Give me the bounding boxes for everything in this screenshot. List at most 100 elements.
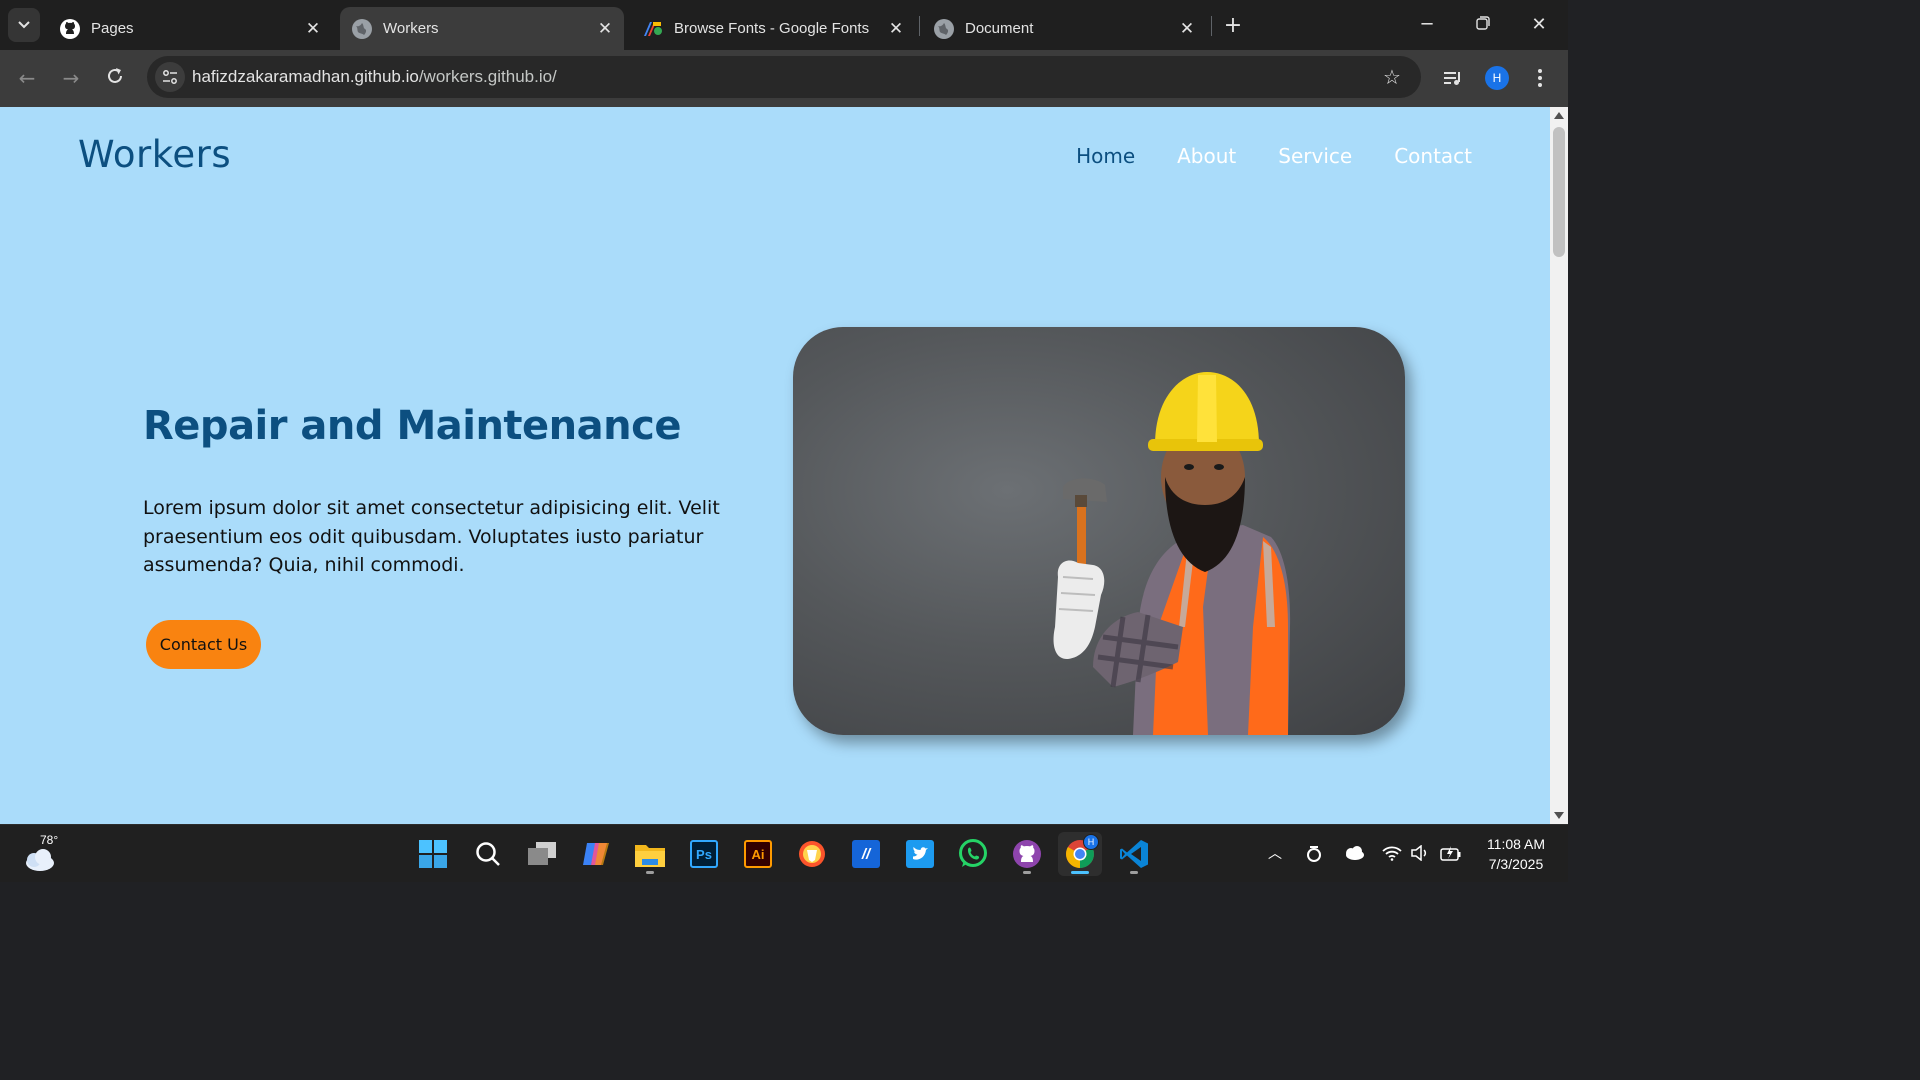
nav-link-service[interactable]: Service <box>1278 144 1352 168</box>
scroll-up-arrow-icon[interactable] <box>1554 112 1564 119</box>
whatsapp-button[interactable] <box>951 832 995 876</box>
close-tab-icon[interactable]: ✕ <box>300 16 326 42</box>
arrow-left-icon: ← <box>18 66 36 90</box>
taskbar-clock[interactable]: 11:08 AM 7/3/2025 <box>1476 834 1556 874</box>
globe-icon <box>934 18 954 39</box>
close-tab-icon[interactable]: ✕ <box>1174 16 1200 42</box>
file-explorer-icon <box>635 845 665 867</box>
whatsapp-icon <box>959 839 987 867</box>
reload-icon <box>106 66 124 90</box>
site-logo[interactable]: Workers <box>78 133 231 176</box>
nav-link-about[interactable]: About <box>1177 144 1236 168</box>
weather-temperature: 78° <box>40 833 59 847</box>
tab-document[interactable]: Document ✕ <box>922 7 1206 50</box>
running-indicator <box>1130 871 1138 874</box>
battery-charging-icon[interactable] <box>1439 841 1463 865</box>
tab-search-button[interactable] <box>8 8 40 42</box>
photoshop-button[interactable]: Ps <box>682 832 726 876</box>
main-nav: Home About Service Contact <box>1076 144 1472 168</box>
tab-separator <box>919 16 920 36</box>
close-icon: ✕ <box>1531 13 1547 35</box>
github-desktop-icon <box>1013 840 1041 868</box>
minimize-icon: ─ <box>1421 13 1433 35</box>
windows-start-button[interactable] <box>411 832 455 876</box>
taskbar-search-button[interactable] <box>466 832 510 876</box>
page-viewport: Workers Home About Service Contact Repai… <box>0 107 1550 824</box>
globe-icon <box>352 18 372 39</box>
minimize-button[interactable]: ─ <box>1407 8 1447 40</box>
windows-taskbar: 78° Ps Ai // H ︿ 11:08 AM 7/3/2025 <box>0 824 1568 882</box>
hero-description: Lorem ipsum dolor sit amet consectetur a… <box>143 497 720 576</box>
github-desktop-button[interactable] <box>1005 832 1049 876</box>
tab-pages[interactable]: Pages ✕ <box>48 7 332 50</box>
site-info-icon[interactable] <box>155 62 185 92</box>
profile-avatar[interactable]: H <box>1485 66 1509 90</box>
task-view-button[interactable] <box>520 832 564 876</box>
copilot-button[interactable] <box>574 832 618 876</box>
arrow-right-icon: → <box>62 66 80 90</box>
url-host: hafizdzakaramadhan.github.io <box>192 67 419 86</box>
twitter-icon <box>906 840 934 868</box>
illustrator-icon: Ai <box>744 840 772 868</box>
tab-google-fonts[interactable]: Browse Fonts - Google Fonts ✕ <box>631 7 915 50</box>
tab-separator <box>1211 16 1212 36</box>
menu-kebab-icon[interactable] <box>1526 64 1554 92</box>
new-tab-button[interactable]: + <box>1220 12 1246 38</box>
google-fonts-icon <box>643 19 663 39</box>
back-button[interactable]: ← <box>11 62 43 94</box>
wifi-icon[interactable] <box>1380 841 1404 865</box>
nav-link-contact[interactable]: Contact <box>1394 144 1472 168</box>
plus-icon: + <box>1223 12 1243 38</box>
sync-tray-icon[interactable] <box>1302 841 1326 865</box>
chrome-button[interactable]: H <box>1058 832 1102 876</box>
windows-start-icon <box>419 840 447 868</box>
close-tab-icon[interactable]: ✕ <box>592 16 618 42</box>
vscode-button[interactable] <box>1112 832 1156 876</box>
construction-worker-illustration <box>1053 372 1291 735</box>
bookmark-star-icon[interactable]: ☆ <box>1379 64 1405 90</box>
media-controls-icon[interactable] <box>1439 64 1467 92</box>
close-tab-icon[interactable]: ✕ <box>883 16 909 42</box>
contact-us-button[interactable]: Contact Us <box>146 620 261 669</box>
restore-button[interactable] <box>1463 8 1503 40</box>
url-text[interactable]: hafizdzakaramadhan.github.io/workers.git… <box>192 67 557 87</box>
weather-widget[interactable]: 78° <box>22 833 66 873</box>
volume-icon[interactable] <box>1408 841 1432 865</box>
nav-link-home[interactable]: Home <box>1076 144 1135 168</box>
forward-button[interactable]: → <box>55 62 87 94</box>
illustrator-button[interactable]: Ai <box>736 832 780 876</box>
chevron-down-icon <box>18 18 30 32</box>
tab-title: Pages <box>91 20 134 37</box>
tab-title: Document <box>965 20 1034 37</box>
tab-workers[interactable]: Workers ✕ <box>340 7 624 50</box>
address-bar[interactable]: hafizdzakaramadhan.github.io/workers.git… <box>147 56 1421 98</box>
tab-title: Workers <box>383 20 439 37</box>
show-hidden-icons-button[interactable]: ︿ <box>1263 841 1287 865</box>
tab-strip: Pages ✕ Workers ✕ Browse Fonts - Google … <box>0 0 1568 50</box>
clock-time: 11:08 AM <box>1486 836 1546 852</box>
app-button[interactable]: // <box>844 832 888 876</box>
photoshop-icon: Ps <box>690 840 718 868</box>
url-path: /workers.github.io/ <box>418 67 557 86</box>
brave-button[interactable] <box>790 832 834 876</box>
running-indicator <box>1023 871 1031 874</box>
running-indicator <box>1071 871 1089 874</box>
vertical-scrollbar[interactable] <box>1550 107 1568 824</box>
hero-image <box>793 327 1405 735</box>
reload-button[interactable] <box>99 62 131 94</box>
running-indicator <box>646 871 654 874</box>
file-explorer-button[interactable] <box>628 832 672 876</box>
hero-title: Repair and Maintenance <box>143 403 681 449</box>
scrollbar-thumb[interactable] <box>1553 127 1565 257</box>
search-icon <box>476 842 500 866</box>
twitter-button[interactable] <box>898 832 942 876</box>
tab-title: Browse Fonts - Google Fonts <box>674 20 870 37</box>
chevron-up-icon: ︿ <box>1268 846 1282 862</box>
close-window-button[interactable]: ✕ <box>1519 8 1559 40</box>
scroll-down-arrow-icon[interactable] <box>1554 812 1564 819</box>
github-icon <box>60 18 80 39</box>
onedrive-cloud-icon[interactable] <box>1342 841 1366 865</box>
task-view-icon <box>528 842 556 865</box>
vscode-icon <box>1120 840 1148 868</box>
cloudy-weather-icon <box>26 849 54 871</box>
